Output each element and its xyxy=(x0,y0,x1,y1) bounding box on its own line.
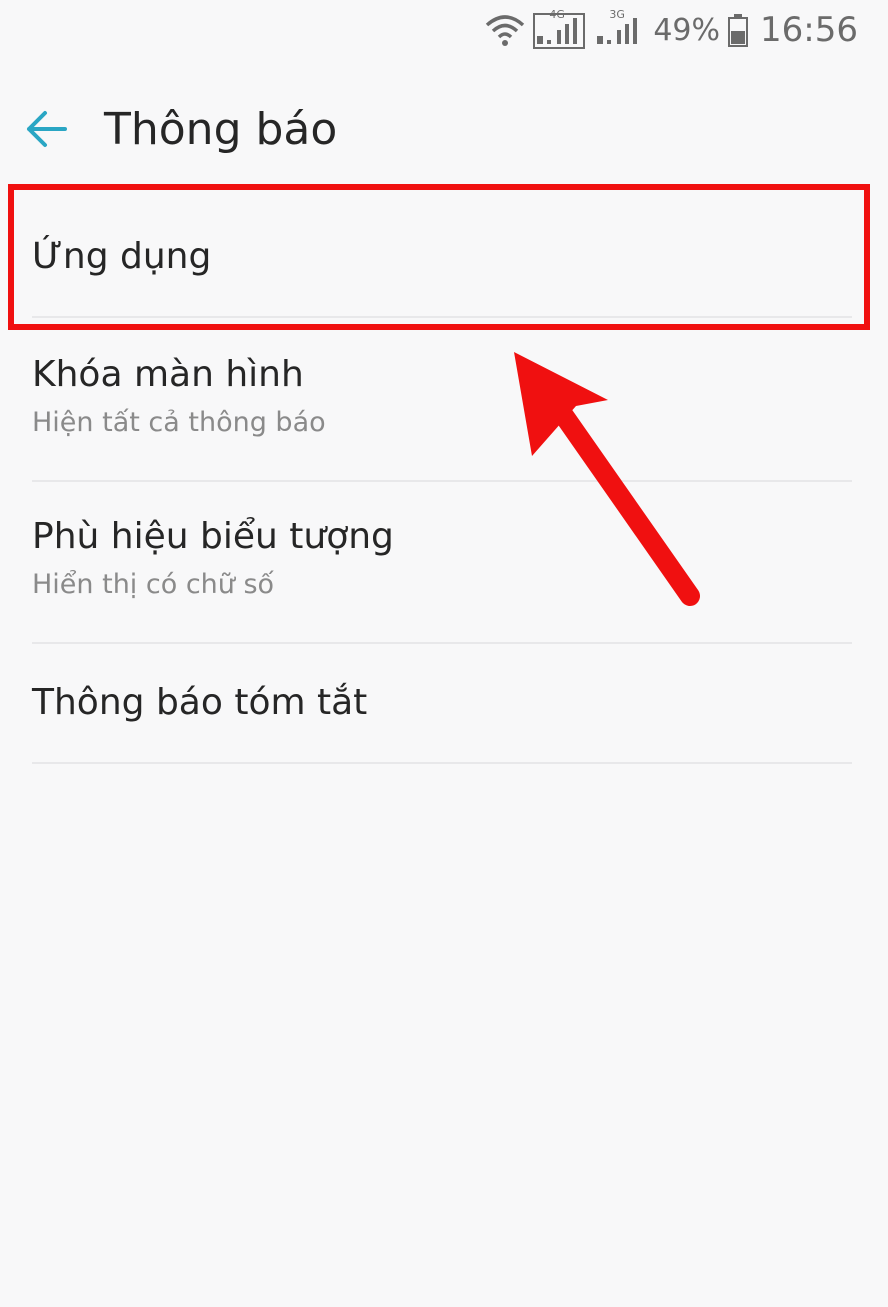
list-item-lock-screen[interactable]: Khóa màn hình Hiện tất cả thông báo xyxy=(32,354,852,438)
divider xyxy=(32,642,852,644)
list-item-subtitle: Hiện tất cả thông báo xyxy=(32,407,326,438)
list-item-app-icon-badges[interactable]: Phù hiệu biểu tượng Hiển thị có chữ số xyxy=(32,516,852,600)
network-type-label: 4G xyxy=(549,8,565,21)
divider xyxy=(32,480,852,482)
clock: 16:56 xyxy=(760,10,858,50)
signal-4g-icon: 4G xyxy=(533,8,586,50)
network-type-label: 3G xyxy=(609,8,625,21)
list-item-title: Phù hiệu biểu tượng xyxy=(32,516,394,557)
list-item-subtitle: Hiển thị có chữ số xyxy=(32,569,275,600)
arrow-left-icon xyxy=(25,109,69,154)
list-item-apps[interactable]: Ứng dụng xyxy=(32,236,852,277)
back-button[interactable] xyxy=(22,106,72,156)
status-icons: 4G 3G 49% 16:56 xyxy=(485,8,858,52)
list-item-title: Thông báo tóm tắt xyxy=(32,682,368,723)
app-header: Thông báo xyxy=(0,90,888,170)
wifi-icon xyxy=(485,13,525,47)
battery-icon xyxy=(728,13,749,47)
list-item-title: Ứng dụng xyxy=(32,236,212,277)
list-item-title: Khóa màn hình xyxy=(32,354,304,395)
divider xyxy=(32,316,852,318)
battery-percent: 49% xyxy=(653,12,721,48)
divider xyxy=(32,762,852,764)
signal-3g-icon: 3G xyxy=(593,8,645,50)
status-bar: 4G 3G 49% 16:56 xyxy=(0,0,888,60)
list-item-notification-summary[interactable]: Thông báo tóm tắt xyxy=(32,682,852,723)
page-title: Thông báo xyxy=(104,104,338,155)
